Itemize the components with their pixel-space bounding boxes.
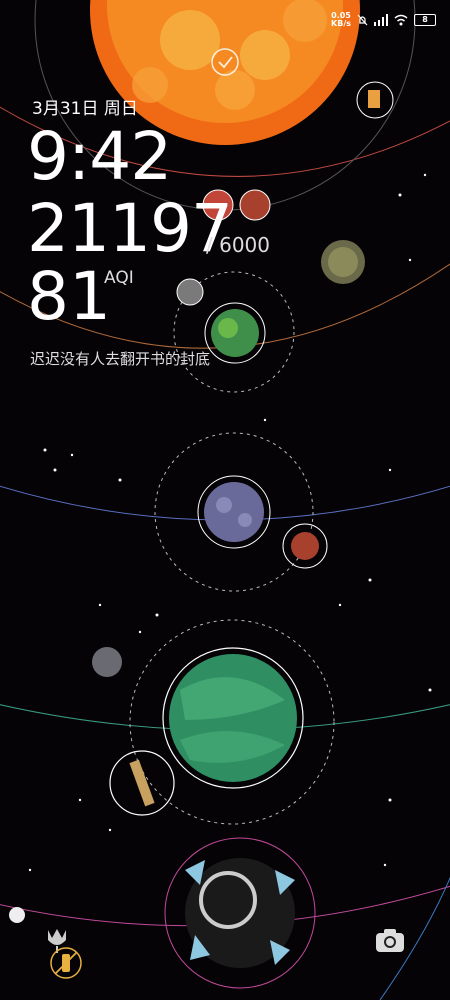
net-speed-unit: KB/s [331,19,351,28]
mute-icon [357,14,368,26]
earth-planet [204,302,266,364]
sword-artifact [109,750,175,816]
battery-icon: 8 [414,14,436,26]
space-station [321,240,365,284]
aqi-label: AQI [104,268,134,288]
clock-time: 9:42 [27,118,172,195]
gray-moon [92,647,122,677]
date-label: 3月31日 周日 [32,99,138,119]
crystal-planet [164,837,316,989]
no-flashlight-icon[interactable] [49,946,83,980]
moon-small [176,278,204,306]
ship-satellite [356,81,394,119]
wifi-icon [394,14,408,26]
red-rock-planet [282,523,328,569]
step-count: 21197 [27,190,233,267]
camera-icon[interactable] [374,926,406,954]
green-planet [162,647,304,789]
step-goal: / 6000 [206,233,270,257]
gray-planet [197,475,271,549]
dot-icon[interactable] [8,906,26,924]
quote-text: 迟迟没有人去翻开书的封底 [30,350,211,368]
signal-icon [374,14,388,26]
aqi-value: 81 [27,258,111,335]
net-speed: 0.05 KB/s [331,12,351,28]
status-bar: 0.05 KB/s 8 [331,12,436,28]
